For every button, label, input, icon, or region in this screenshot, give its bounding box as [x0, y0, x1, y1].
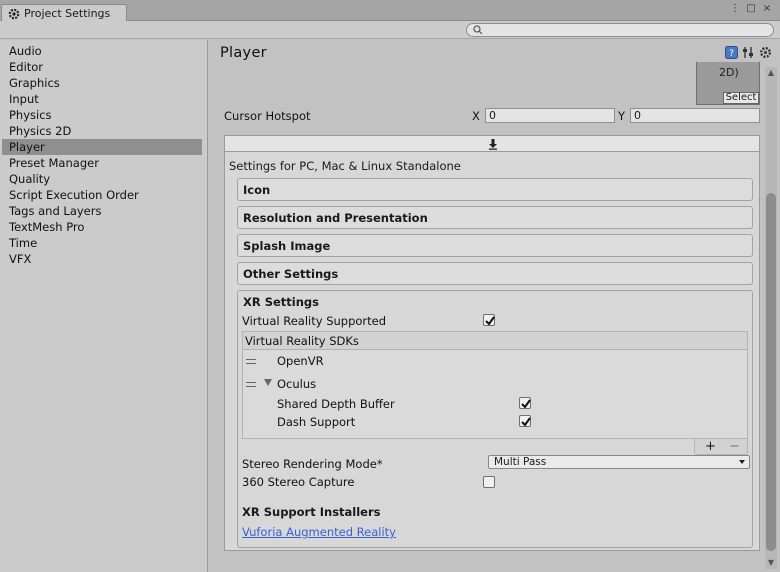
sidebar-item-physics-2d[interactable]: Physics 2D: [2, 123, 202, 139]
sidebar-item-vfx[interactable]: VFX: [2, 251, 202, 267]
add-sdk-button[interactable]: +: [705, 439, 716, 454]
download-icon: [489, 139, 497, 150]
vr-sdk-list-footer: + −: [694, 439, 748, 455]
section-icon[interactable]: Icon: [237, 178, 753, 201]
vr-sdk-list: Virtual Reality SDKs OpenVR Oculus Share…: [242, 331, 748, 439]
sidebar-item-textmesh-pro[interactable]: TextMesh Pro: [2, 219, 202, 235]
cursor-preview-label: 2D): [719, 66, 739, 79]
scroll-up-icon[interactable]: ▲: [765, 67, 777, 79]
stereo-rendering-mode-dropdown[interactable]: Multi Pass: [488, 455, 750, 469]
vr-supported-label: Virtual Reality Supported: [242, 314, 387, 328]
search-input[interactable]: [466, 23, 774, 37]
svg-text:?: ?: [729, 49, 734, 59]
sdk-oculus[interactable]: Oculus: [277, 377, 316, 391]
sdk-openvr[interactable]: OpenVR: [277, 354, 324, 368]
scroll-thumb[interactable]: [766, 193, 776, 551]
drag-handle-icon[interactable]: [246, 359, 256, 364]
gear-icon: [8, 8, 20, 19]
cursor-hotspot-x-label: X: [472, 109, 480, 123]
settings-sidebar: Audio Editor Graphics Input Physics Phys…: [0, 40, 208, 572]
sidebar-item-physics[interactable]: Physics: [2, 107, 202, 123]
sidebar-item-graphics[interactable]: Graphics: [2, 75, 202, 91]
drag-handle-icon[interactable]: [246, 382, 256, 387]
cursor-select-button[interactable]: Select: [723, 92, 759, 104]
sidebar-item-editor[interactable]: Editor: [2, 59, 202, 75]
check-icon: [521, 417, 531, 427]
vuforia-installer-link[interactable]: Vuforia Augmented Reality: [242, 525, 396, 539]
vr-sdk-list-body: OpenVR Oculus Shared Depth Buffer Dash S…: [243, 350, 747, 438]
window-tab-bar: Project Settings ⋮ □ ×: [0, 0, 780, 22]
vr-sdk-list-title: Virtual Reality SDKs: [245, 334, 359, 348]
shared-depth-buffer-checkbox[interactable]: [519, 397, 531, 409]
tab-title: Project Settings: [24, 7, 111, 20]
window-menu-icon[interactable]: ⋮: [730, 3, 740, 14]
sidebar-item-audio[interactable]: Audio: [2, 43, 202, 59]
section-title: Other Settings: [243, 267, 339, 281]
cursor-hotspot-y-field[interactable]: 0: [630, 108, 760, 123]
cursor-texture-preview: 2D) Select: [696, 62, 760, 105]
main-panel: Player ? 2D) Select Cursor Hotspot X 0 Y…: [210, 40, 780, 572]
check-icon: [521, 399, 531, 409]
sidebar-item-script-execution-order[interactable]: Script Execution Order: [2, 187, 202, 203]
search-bar: [0, 21, 780, 39]
page-title: Player: [220, 45, 267, 61]
section-title: Icon: [243, 183, 271, 197]
platform-caption: Settings for PC, Mac & Linux Standalone: [229, 159, 461, 173]
scroll-down-icon[interactable]: ▼: [765, 557, 777, 569]
remove-sdk-button[interactable]: −: [729, 439, 740, 454]
search-icon: [473, 25, 483, 35]
vr-supported-checkbox[interactable]: [483, 314, 495, 326]
help-icon[interactable]: ?: [725, 46, 738, 59]
chevron-down-icon: [739, 460, 745, 464]
sidebar-item-input[interactable]: Input: [2, 91, 202, 107]
stereo-capture-label: 360 Stereo Capture: [242, 475, 355, 489]
close-icon[interactable]: ×: [762, 3, 772, 14]
header-icons: ?: [725, 46, 772, 59]
stereo-rendering-mode-label: Stereo Rendering Mode*: [242, 457, 383, 471]
platform-settings-panel: Settings for PC, Mac & Linux Standalone …: [224, 152, 760, 551]
foldout-expanded-icon[interactable]: [264, 379, 272, 386]
window-controls: ⋮ □ ×: [730, 3, 772, 14]
vr-sdk-list-header: Virtual Reality SDKs: [243, 332, 747, 350]
section-resolution-and-presentation[interactable]: Resolution and Presentation: [237, 206, 753, 229]
sidebar-item-quality[interactable]: Quality: [2, 171, 202, 187]
cursor-hotspot-x-field[interactable]: 0: [485, 108, 615, 123]
section-splash-image[interactable]: Splash Image: [237, 234, 753, 257]
platform-tab-standalone[interactable]: [224, 135, 760, 152]
sidebar-item-time[interactable]: Time: [2, 235, 202, 251]
maximize-icon[interactable]: □: [746, 3, 756, 14]
dash-support-label: Dash Support: [277, 415, 356, 429]
sidebar-item-tags-and-layers[interactable]: Tags and Layers: [2, 203, 202, 219]
sidebar-item-player[interactable]: Player: [2, 139, 202, 155]
shared-depth-buffer-label: Shared Depth Buffer: [277, 397, 395, 411]
vertical-scrollbar[interactable]: ▲ ▼: [765, 67, 777, 569]
xr-support-installers-title: XR Support Installers: [242, 505, 381, 519]
xr-settings-title[interactable]: XR Settings: [243, 295, 319, 309]
settings-gear-icon[interactable]: [759, 46, 772, 59]
check-icon: [485, 316, 495, 326]
sidebar-item-preset-manager[interactable]: Preset Manager: [2, 155, 202, 171]
section-title: Resolution and Presentation: [243, 211, 428, 225]
section-other-settings[interactable]: Other Settings: [237, 262, 753, 285]
preset-icon[interactable]: [742, 46, 755, 59]
cursor-hotspot-y-label: Y: [618, 109, 626, 123]
cursor-hotspot-label: Cursor Hotspot: [224, 109, 311, 123]
section-xr-settings: XR Settings Virtual Reality Supported Vi…: [237, 290, 753, 548]
stereo-rendering-mode-value: Multi Pass: [494, 456, 547, 468]
dash-support-checkbox[interactable]: [519, 415, 531, 427]
section-title: Splash Image: [243, 239, 331, 253]
tab-project-settings[interactable]: Project Settings: [1, 4, 127, 22]
stereo-capture-checkbox[interactable]: [483, 476, 495, 488]
